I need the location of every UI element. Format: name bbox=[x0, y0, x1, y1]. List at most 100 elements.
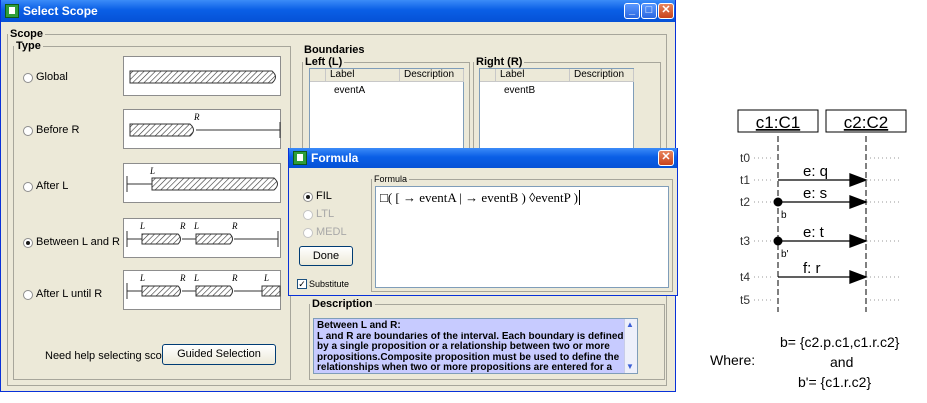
substitute-checkbox[interactable]: ✓ bbox=[297, 279, 307, 289]
right-boundary-list[interactable]: Label Description eventB bbox=[479, 68, 634, 152]
close-button[interactable]: ✕ bbox=[658, 3, 674, 19]
type-label-global: Global bbox=[36, 71, 68, 83]
pattern-before-r: R bbox=[123, 109, 281, 149]
scroll-down-icon[interactable]: ▼ bbox=[626, 362, 634, 373]
pattern-before-r-graphic: R bbox=[129, 112, 281, 138]
type-label-between-l-and-r: Between L and R bbox=[36, 236, 120, 248]
substitute-label: Substitute bbox=[309, 279, 350, 289]
svg-text:L: L bbox=[139, 273, 145, 283]
list-item[interactable]: eventB bbox=[504, 85, 535, 96]
and-label: and bbox=[830, 354, 853, 370]
time-t0: t0 bbox=[740, 151, 750, 165]
formula-group-legend: Formula bbox=[374, 174, 408, 184]
radio-global[interactable] bbox=[23, 73, 33, 83]
type-label-after-l-until-r: After L until R bbox=[36, 288, 103, 300]
help-text: Need help selecting scope? bbox=[45, 350, 181, 362]
mark-b: b bbox=[781, 210, 787, 221]
title-bar: Select Scope _ □ ✕ bbox=[1, 0, 675, 22]
svg-text:L: L bbox=[139, 221, 145, 231]
time-t1: t1 bbox=[740, 173, 750, 187]
done-button[interactable]: Done bbox=[299, 246, 353, 266]
formula-close-button[interactable]: ✕ bbox=[658, 150, 674, 166]
radio-after-l[interactable] bbox=[23, 182, 33, 192]
svg-text:R: R bbox=[231, 221, 238, 231]
description-legend: Description bbox=[312, 298, 373, 310]
message-label: e: s bbox=[803, 185, 827, 202]
message-label: e: q bbox=[803, 163, 828, 180]
pattern-after-l-until-r: L R L R L bbox=[123, 270, 281, 310]
radio-after-l-until-r[interactable] bbox=[23, 290, 33, 300]
svg-text:R: R bbox=[179, 273, 186, 283]
scope-legend: Scope bbox=[10, 28, 44, 40]
list-header-blank bbox=[480, 69, 496, 82]
svg-text:L: L bbox=[149, 166, 155, 176]
window-title: Select Scope bbox=[23, 4, 98, 18]
scroll-up-icon[interactable]: ▲ bbox=[626, 320, 634, 331]
guided-selection-button[interactable]: Guided Selection bbox=[162, 344, 276, 365]
option-ltl-label: LTL bbox=[316, 208, 335, 220]
svg-text:R: R bbox=[179, 221, 186, 231]
description-heading: Between L and R: bbox=[317, 320, 401, 331]
formula-input[interactable]: □( [ → eventA | → eventB ) ◊eventP ) bbox=[375, 186, 669, 288]
description-body: L and R are boundaries of the interval. … bbox=[317, 331, 624, 373]
radio-medl[interactable] bbox=[303, 228, 313, 238]
pattern-global-graphic bbox=[129, 70, 276, 84]
type-label-after-l: After L bbox=[36, 180, 69, 192]
svg-text:L: L bbox=[263, 273, 269, 283]
left-boundary-list[interactable]: Label Description eventA bbox=[309, 68, 464, 152]
left-col-description[interactable]: Description bbox=[400, 69, 464, 82]
description-scrollbar[interactable]: ▲ ▼ bbox=[624, 319, 637, 373]
arrowhead-icon bbox=[849, 195, 868, 209]
svg-text:L: L bbox=[193, 273, 199, 283]
right-col-description[interactable]: Description bbox=[570, 69, 634, 82]
type-label-before-r: Before R bbox=[36, 124, 80, 136]
radio-fil[interactable] bbox=[303, 192, 313, 202]
time-t2: t2 bbox=[740, 195, 750, 209]
b-prime-definition: b'= {c1.r.c2} bbox=[798, 374, 871, 390]
right-col-label[interactable]: Label bbox=[496, 69, 570, 82]
b-definition: b= {c2.p.c1,c1.r.c2} bbox=[780, 334, 900, 350]
event-dot-b bbox=[773, 197, 783, 207]
radio-between-l-and-r[interactable] bbox=[23, 238, 33, 248]
left-col-label[interactable]: Label bbox=[326, 69, 400, 82]
pattern-until-graphic: L R L R L bbox=[126, 273, 281, 299]
svg-text:L: L bbox=[193, 221, 199, 231]
boundaries-legend: Boundaries bbox=[304, 44, 365, 56]
pattern-between-l-and-r: L R L R bbox=[123, 218, 281, 258]
pattern-global bbox=[123, 56, 281, 96]
message-label: f: r bbox=[803, 260, 821, 277]
time-t4: t4 bbox=[740, 270, 750, 284]
pattern-between-graphic: L R L R bbox=[126, 221, 279, 247]
app-icon bbox=[5, 4, 19, 18]
sequence-diagram: c1:C1 c2:C2 t0 t1 t2 t3 t4 t5 e: q e: s … bbox=[710, 109, 907, 390]
right-boundary-legend: Right (R) bbox=[476, 56, 523, 68]
formula-title: Formula bbox=[311, 151, 359, 165]
svg-text:R: R bbox=[231, 273, 238, 283]
maximize-button[interactable]: □ bbox=[641, 3, 657, 19]
time-t3: t3 bbox=[740, 234, 750, 248]
arrowhead-icon bbox=[849, 234, 868, 248]
minimize-button[interactable]: _ bbox=[624, 3, 640, 19]
left-boundary-legend: Left (L) bbox=[305, 56, 343, 68]
pattern-after-l-graphic: L bbox=[126, 166, 278, 192]
list-item[interactable]: eventA bbox=[334, 85, 365, 96]
arrowhead-icon bbox=[849, 270, 868, 284]
mark-b-prime: b' bbox=[781, 249, 789, 260]
option-medl-label: MEDL bbox=[316, 226, 347, 238]
formula-title-bar: Formula ✕ bbox=[289, 148, 677, 168]
formula-app-icon bbox=[293, 151, 307, 165]
message-label: e: t bbox=[803, 224, 825, 241]
radio-ltl[interactable] bbox=[303, 210, 313, 220]
text-caret bbox=[579, 190, 580, 205]
time-t5: t5 bbox=[740, 293, 750, 307]
radio-before-r[interactable] bbox=[23, 126, 33, 136]
where-label: Where: bbox=[710, 352, 755, 368]
object-c2: c2:C2 bbox=[844, 113, 888, 132]
pattern-after-l: L bbox=[123, 163, 281, 203]
list-header-blank bbox=[310, 69, 326, 82]
description-text-area[interactable]: Between L and R: L and R are boundaries … bbox=[313, 318, 638, 374]
formula-dialog: Formula ✕ FIL LTL MEDL Done ✓ Substitute… bbox=[288, 148, 678, 296]
option-fil-label: FIL bbox=[316, 190, 332, 202]
svg-text:R: R bbox=[193, 112, 200, 122]
arrowhead-icon bbox=[849, 173, 868, 187]
